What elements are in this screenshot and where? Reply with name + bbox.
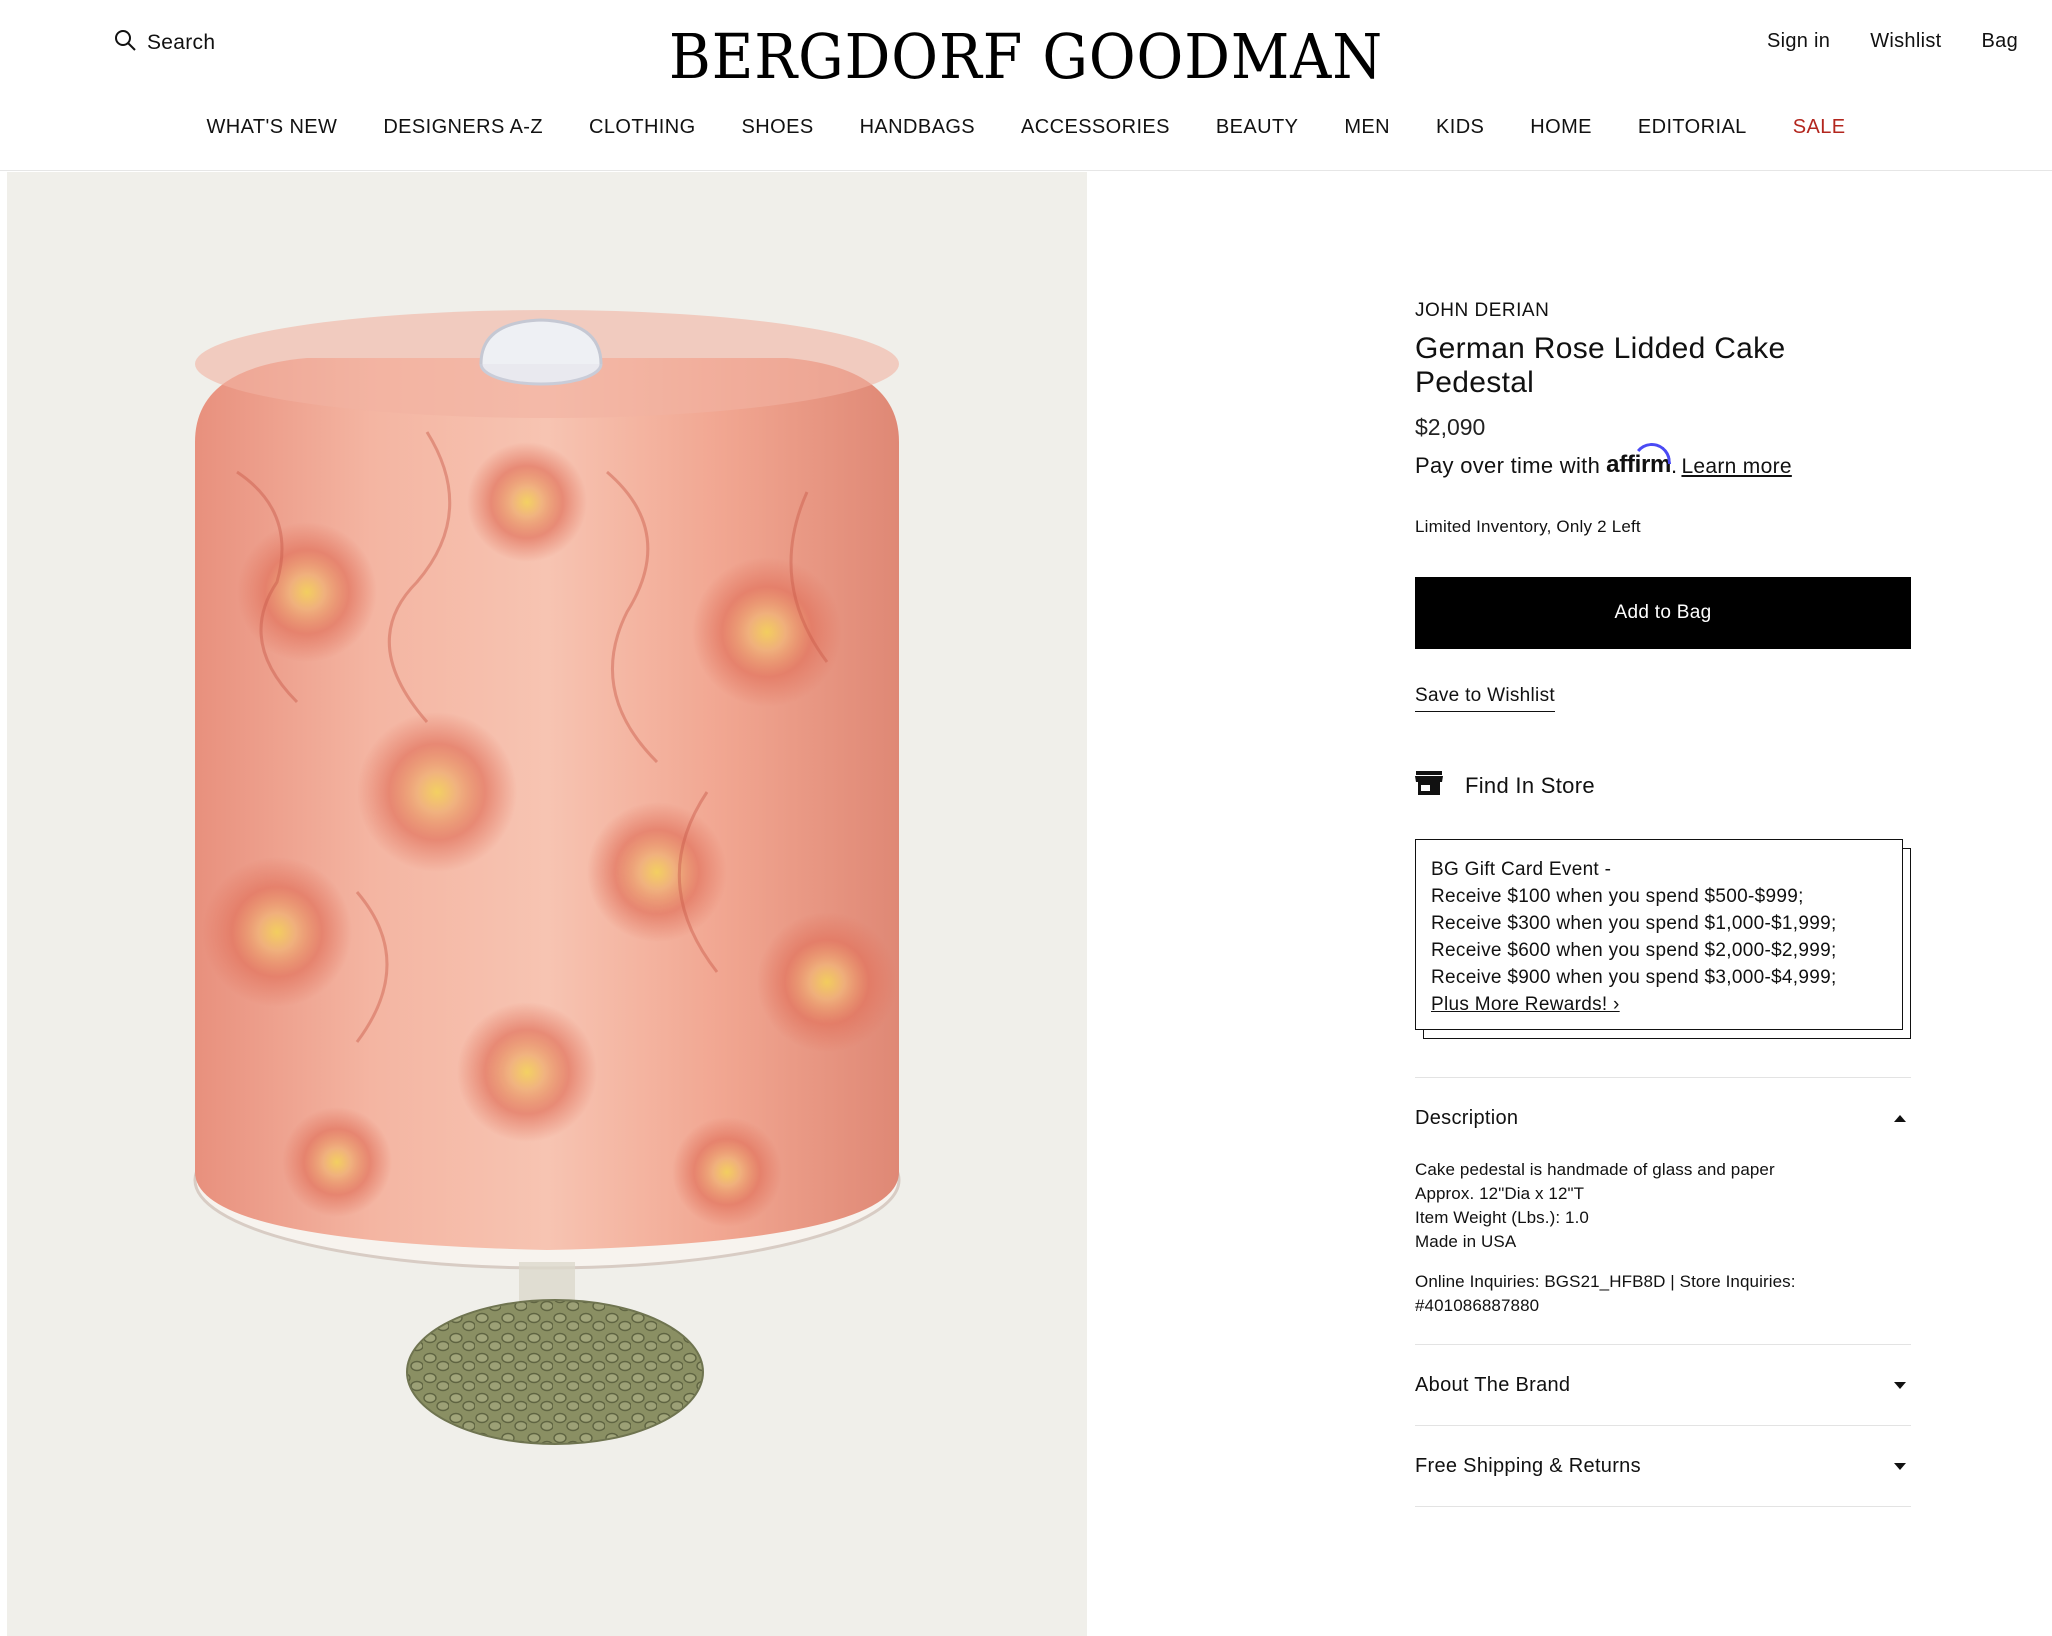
inquiries-text: Online Inquiries: BGS21_HFB8D | Store In… (1415, 1272, 1796, 1315)
nav-item-handbags[interactable]: HANDBAGS (860, 116, 975, 139)
description-line: Made in USA (1415, 1232, 1517, 1251)
about-brand-label: About The Brand (1415, 1373, 1571, 1396)
affirm-logo: affirm (1606, 451, 1672, 478)
product-image[interactable] (7, 172, 1087, 1636)
shipping-section: Free Shipping & Returns (1415, 1425, 1911, 1507)
product-price: $2,090 (1415, 414, 1486, 440)
product-title: German Rose Lidded Cake Pedestal (1415, 332, 1786, 399)
nav-item-home[interactable]: HOME (1530, 116, 1592, 139)
find-in-store-label: Find In Store (1465, 772, 1595, 798)
description-line: Cake pedestal is handmade of glass and p… (1415, 1160, 1775, 1179)
main-nav: WHAT'S NEW DESIGNERS A-Z CLOTHING SHOES … (0, 116, 2052, 139)
nav-item-whats-new[interactable]: WHAT'S NEW (207, 116, 338, 139)
site-logo[interactable]: BERGDORF GOODMAN (82, 20, 1970, 93)
inventory-status: Limited Inventory, Only 2 Left (1415, 517, 1641, 536)
about-brand-toggle[interactable]: About The Brand (1415, 1345, 1911, 1425)
affirm-financing: Pay over time with affirm . Learn more (1415, 451, 1911, 479)
nav-item-men[interactable]: MEN (1344, 116, 1390, 139)
nav-item-editorial[interactable]: EDITORIAL (1638, 116, 1747, 139)
nav-item-sale[interactable]: SALE (1793, 116, 1846, 139)
learn-more-link[interactable]: Learn more (1681, 455, 1791, 479)
promo-line: Receive $900 when you spend $3,000-$4,99… (1431, 967, 1837, 988)
nav-item-clothing[interactable]: CLOTHING (589, 116, 696, 139)
promo-card: BG Gift Card Event - Receive $100 when y… (1415, 839, 1903, 1030)
nav-item-beauty[interactable]: BEAUTY (1216, 116, 1298, 139)
store-icon (1415, 770, 1443, 801)
description-line: Approx. 12"Dia x 12"T (1415, 1184, 1585, 1203)
caret-up-icon (1894, 1114, 1906, 1122)
gift-card-promo: BG Gift Card Event - Receive $100 when y… (1415, 839, 1911, 1039)
description-label: Description (1415, 1106, 1519, 1129)
sign-in-link[interactable]: Sign in (1767, 30, 1830, 53)
caret-down-icon (1894, 1462, 1906, 1470)
shipping-label: Free Shipping & Returns (1415, 1454, 1641, 1477)
promo-line: Receive $300 when you spend $1,000-$1,99… (1431, 913, 1837, 934)
bag-link[interactable]: Bag (1982, 30, 2019, 53)
nav-item-accessories[interactable]: ACCESSORIES (1021, 116, 1170, 139)
nav-item-kids[interactable]: KIDS (1436, 116, 1484, 139)
shipping-toggle[interactable]: Free Shipping & Returns (1415, 1426, 1911, 1506)
wishlist-link[interactable]: Wishlist (1870, 30, 1941, 53)
description-body: Cake pedestal is handmade of glass and p… (1415, 1158, 1911, 1344)
cake-pedestal-illustration (193, 310, 901, 1445)
promo-line: Receive $600 when you spend $2,000-$2,99… (1431, 940, 1837, 961)
save-to-wishlist-link[interactable]: Save to Wishlist (1415, 685, 1555, 712)
promo-line: Receive $100 when you spend $500-$999; (1431, 886, 1804, 907)
product-info: JOHN DERIAN German Rose Lidded Cake Pede… (1415, 300, 1911, 1507)
about-brand-section: About The Brand (1415, 1344, 1911, 1425)
nav-item-shoes[interactable]: SHOES (742, 116, 814, 139)
nav-item-designers[interactable]: DESIGNERS A-Z (383, 116, 543, 139)
description-section: Description Cake pedestal is handmade of… (1415, 1077, 1911, 1344)
add-to-bag-button[interactable]: Add to Bag (1415, 577, 1911, 649)
affirm-suffix: . (1671, 453, 1678, 478)
site-header: Search BERGDORF GOODMAN Sign in Wishlist… (0, 0, 2052, 171)
plus-more-rewards-link[interactable]: Plus More Rewards! › (1431, 991, 1887, 1018)
product-brand[interactable]: JOHN DERIAN (1415, 300, 1911, 322)
find-in-store-button[interactable]: Find In Store (1415, 770, 1911, 801)
description-line: Item Weight (Lbs.): 1.0 (1415, 1208, 1589, 1227)
promo-line: BG Gift Card Event - (1431, 859, 1612, 880)
caret-down-icon (1894, 1381, 1906, 1389)
affirm-prefix: Pay over time with (1415, 453, 1601, 478)
account-links: Sign in Wishlist Bag (1767, 30, 2018, 53)
description-toggle[interactable]: Description (1415, 1078, 1911, 1158)
